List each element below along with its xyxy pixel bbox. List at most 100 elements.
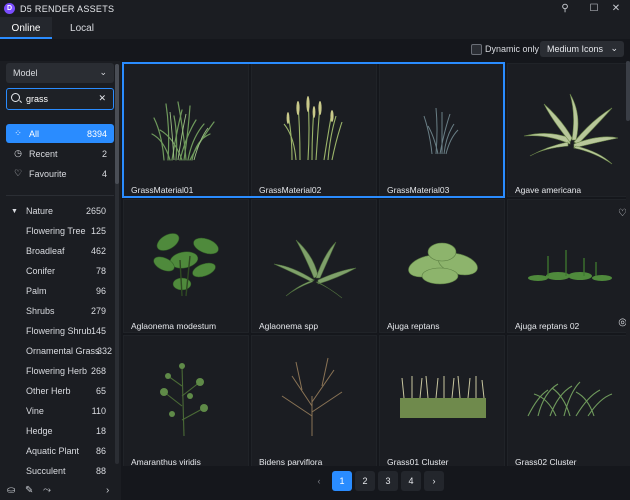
filter-all[interactable]: ⁘ All 8394 bbox=[6, 124, 114, 143]
asset-name: GrassMaterial03 bbox=[387, 185, 450, 195]
filter-label: All bbox=[29, 128, 40, 139]
asset-card[interactable]: Ajuga reptans bbox=[379, 199, 505, 333]
search-input[interactable] bbox=[26, 92, 96, 106]
category-label: Flowering Herb bbox=[26, 366, 88, 376]
category-count: 268 bbox=[90, 366, 106, 376]
agave-thumbnail bbox=[523, 93, 619, 165]
category-item[interactable]: Other Herb 65 bbox=[0, 381, 114, 401]
clear-search-icon[interactable]: ✕ bbox=[98, 93, 106, 104]
view-mode-dropdown[interactable]: Medium Icons ⌄ bbox=[540, 41, 624, 57]
asset-card[interactable]: Aglaonema spp bbox=[251, 199, 377, 333]
chevron-right-icon[interactable]: › bbox=[106, 485, 109, 496]
grass-thumbnail bbox=[527, 381, 613, 417]
next-page-button[interactable]: › bbox=[424, 471, 444, 491]
model-dropdown[interactable]: Model ⌄ bbox=[6, 63, 114, 83]
chevron-down-icon: ⌄ bbox=[610, 43, 618, 53]
category-item[interactable]: Conifer 78 bbox=[0, 261, 114, 281]
grid-icon: ⁘ bbox=[14, 128, 22, 138]
asset-card[interactable]: GrassMaterial03 bbox=[379, 63, 505, 197]
grid-scroll-thumb[interactable] bbox=[626, 61, 630, 121]
category-item[interactable]: Flowering Herb 268 bbox=[0, 361, 114, 381]
asset-card[interactable]: Agave americana bbox=[507, 63, 626, 197]
category-item[interactable]: Ornamental Grass 332 bbox=[0, 341, 114, 361]
grass-thumbnail bbox=[283, 96, 343, 161]
category-item[interactable]: Hedge 18 bbox=[0, 421, 114, 441]
grass-thumbnail bbox=[423, 107, 459, 155]
category-item[interactable]: Broadleaf 462 bbox=[0, 241, 114, 261]
category-count: 462 bbox=[90, 246, 106, 256]
caret-down-icon[interactable]: ▼ bbox=[11, 208, 18, 215]
path-icon[interactable]: ⤳ bbox=[43, 485, 51, 496]
asset-card[interactable]: Grass02 Cluster bbox=[507, 335, 626, 466]
filter-favourite[interactable]: ♡ Favourite 4 bbox=[6, 164, 114, 183]
close-button[interactable]: ✕ bbox=[602, 0, 630, 17]
category-label: Shrubs bbox=[26, 306, 55, 316]
category-item[interactable]: Palm 96 bbox=[0, 281, 114, 301]
page-button[interactable]: 4 bbox=[401, 471, 421, 491]
category-label: Other Herb bbox=[26, 386, 71, 396]
toolbar: Dynamic only Medium Icons ⌄ bbox=[0, 39, 630, 61]
asset-card[interactable]: Amaranthus viridis bbox=[123, 335, 249, 466]
category-count: 96 bbox=[95, 286, 106, 296]
pin-icon[interactable]: ⚲ bbox=[551, 0, 579, 17]
category-count: 65 bbox=[95, 386, 106, 396]
search-box[interactable]: ✕ bbox=[6, 88, 114, 110]
filter-label: Favourite bbox=[29, 168, 67, 179]
plant-thumbnail bbox=[408, 242, 478, 285]
page-button[interactable]: 1 bbox=[332, 471, 352, 491]
category-count: 88 bbox=[95, 466, 106, 476]
divider bbox=[6, 195, 114, 196]
model-dropdown-value: Model bbox=[13, 68, 38, 78]
asset-card[interactable]: ♡ ◎ Ajuga reptans 02 bbox=[507, 199, 626, 333]
check-circle-icon[interactable]: ◎ bbox=[618, 317, 626, 328]
asset-name: Aglaonema modestum bbox=[131, 321, 217, 331]
asset-name: GrassMaterial02 bbox=[259, 185, 322, 195]
category-count: 332 bbox=[96, 346, 112, 356]
heart-icon[interactable]: ♡ bbox=[618, 208, 626, 219]
category-item[interactable]: Shrubs 279 bbox=[0, 301, 114, 321]
dynamic-only-label: Dynamic only bbox=[485, 44, 540, 54]
asset-card[interactable]: Grass01 Cluster bbox=[379, 335, 505, 466]
title-bar: D D5 RENDER ASSETS ⚲ ☐ ✕ bbox=[0, 0, 630, 17]
category-count: 78 bbox=[95, 266, 106, 276]
sidebar-scroll-thumb[interactable] bbox=[115, 64, 119, 184]
asset-name: Ajuga reptans 02 bbox=[515, 321, 580, 331]
category-item[interactable]: Vine 110 bbox=[0, 401, 114, 421]
asset-card[interactable]: GrassMaterial02 bbox=[251, 63, 377, 197]
page-button[interactable]: 3 bbox=[378, 471, 398, 491]
prev-page-button[interactable]: ‹ bbox=[309, 471, 329, 491]
dynamic-only-checkbox[interactable] bbox=[471, 44, 482, 55]
filter-recent[interactable]: ◷ Recent 2 bbox=[6, 144, 114, 163]
category-item[interactable]: Succulent 88 bbox=[0, 461, 114, 481]
category-label: Vine bbox=[26, 406, 44, 416]
paint-bucket-icon[interactable]: ⛀ bbox=[7, 485, 15, 496]
category-count: 110 bbox=[91, 406, 106, 416]
plant-thumbnail bbox=[160, 363, 208, 437]
plant-thumbnail bbox=[273, 239, 357, 299]
asset-name: Aglaonema spp bbox=[259, 321, 319, 331]
chevron-down-icon: ⌄ bbox=[99, 67, 107, 77]
category-label: Broadleaf bbox=[26, 246, 65, 256]
category-count: 279 bbox=[90, 306, 106, 316]
grid-scrollbar[interactable] bbox=[626, 61, 630, 466]
category-item[interactable]: Aquatic Plant 86 bbox=[0, 441, 114, 461]
category-nature[interactable]: ▼ Nature 2650 bbox=[0, 201, 114, 221]
asset-card[interactable]: Bidens parviflora bbox=[251, 335, 377, 466]
category-label: Nature bbox=[26, 206, 54, 216]
page-button[interactable]: 2 bbox=[355, 471, 375, 491]
tab-online[interactable]: Online bbox=[0, 17, 52, 39]
grass-thumbnail bbox=[151, 101, 215, 161]
asset-card[interactable]: Aglaonema modestum bbox=[123, 199, 249, 333]
category-count: 86 bbox=[95, 446, 106, 456]
brush-icon[interactable]: ✎ bbox=[25, 485, 33, 496]
view-mode-value: Medium Icons bbox=[547, 44, 604, 54]
category-item[interactable]: Flowering Shrub 145 bbox=[0, 321, 114, 341]
category-item[interactable]: Flowering Tree 125 bbox=[0, 221, 114, 241]
app-logo-icon: D bbox=[4, 3, 15, 14]
asset-name: Amaranthus viridis bbox=[131, 457, 201, 466]
category-count: 18 bbox=[95, 426, 106, 436]
category-label: Flowering Shrub bbox=[26, 326, 92, 336]
category-label: Succulent bbox=[26, 466, 66, 476]
tab-local[interactable]: Local bbox=[56, 17, 108, 39]
asset-card[interactable]: GrassMaterial01 bbox=[123, 63, 249, 197]
